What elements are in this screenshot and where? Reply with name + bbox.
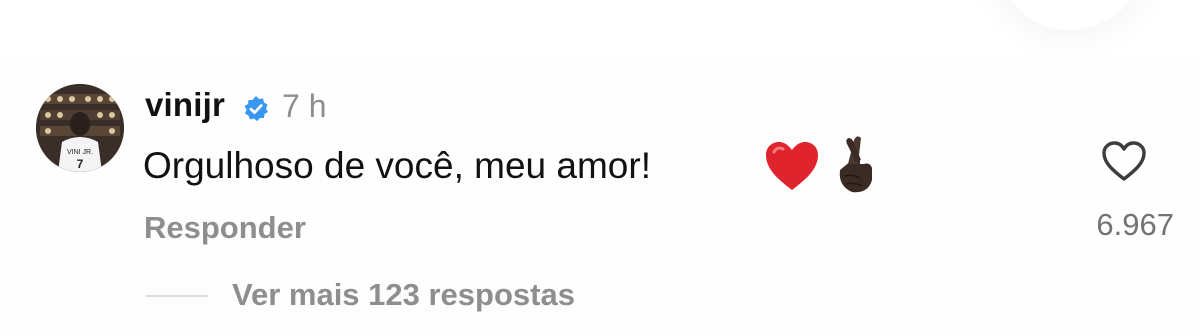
comment-screen: VINI JR. 7 vinijr 7 h Orgulhoso de você,… xyxy=(0,0,1200,335)
timestamp: 7 h xyxy=(282,88,327,124)
avatar[interactable]: VINI JR. 7 xyxy=(36,84,124,172)
replies-divider xyxy=(146,295,208,297)
comment-text: Orgulhoso de você, meu amor! xyxy=(143,145,651,186)
avatar-jersey-name: VINI JR. xyxy=(67,149,93,156)
avatar-image: VINI JR. 7 xyxy=(36,84,124,172)
view-more-replies-button[interactable]: Ver mais 123 respostas xyxy=(232,277,575,313)
avatar-jersey-number: 7 xyxy=(77,157,84,171)
crossed-fingers-emoji xyxy=(839,136,872,193)
reply-button[interactable]: Responder xyxy=(144,210,306,246)
background-shape xyxy=(995,0,1145,30)
verified-badge-icon xyxy=(244,96,268,121)
like-count: 6.967 xyxy=(1096,207,1174,242)
heart-outline-icon[interactable] xyxy=(1101,140,1147,182)
username[interactable]: vinijr xyxy=(145,86,225,124)
red-heart-emoji xyxy=(766,142,818,190)
